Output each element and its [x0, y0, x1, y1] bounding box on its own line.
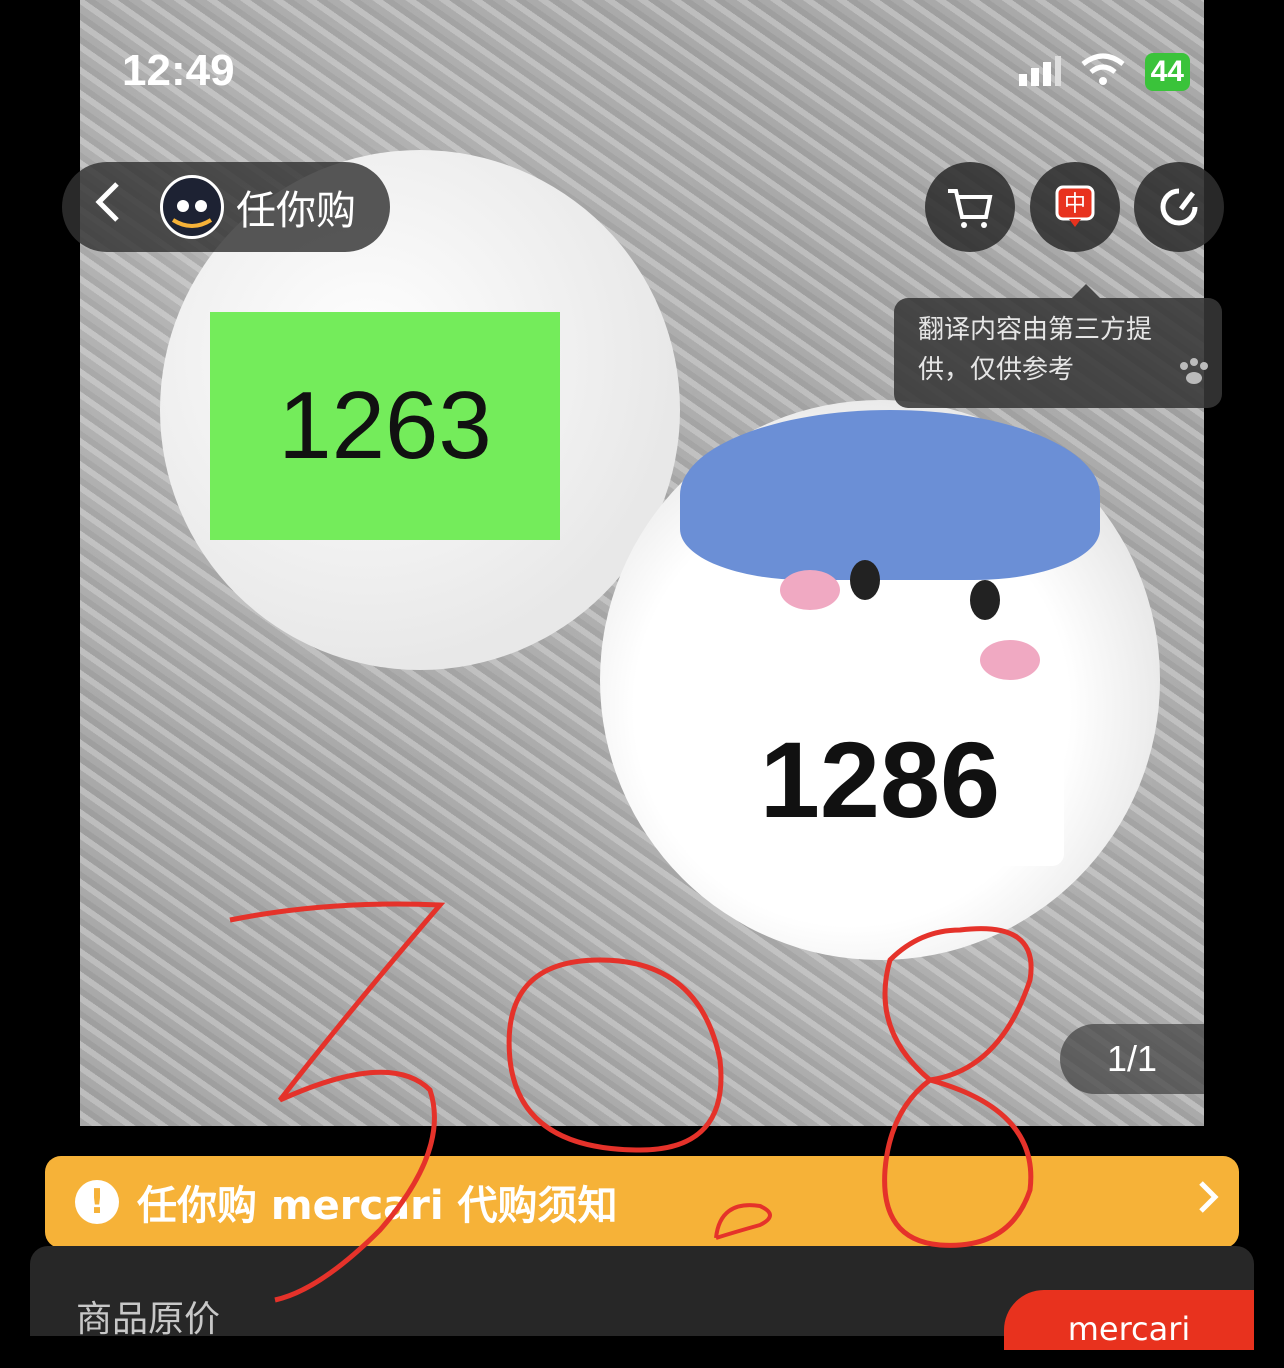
translation-tooltip: 翻译内容由第三方提 供，仅供参考 [894, 284, 1222, 408]
notice-bar[interactable]: ! 任你购 mercari 代购须知 [45, 1156, 1239, 1248]
battery-indicator: 44 [1144, 53, 1190, 91]
share-icon [1160, 188, 1198, 226]
photo-label-1263: 1263 [210, 312, 560, 540]
image-counter: 1/1 [1060, 1024, 1204, 1094]
cart-icon [948, 189, 993, 228]
cart-button[interactable] [925, 162, 1015, 252]
price-panel: 商品原价 mercari [30, 1246, 1254, 1350]
signal-icon [1017, 52, 1061, 92]
paw-icon [1176, 356, 1212, 398]
app-name: 任你购 [236, 188, 356, 234]
original-price-label: 商品原价 [76, 1299, 221, 1340]
status-icons: 44 [1017, 52, 1190, 92]
translate-icon: 中 [1055, 185, 1095, 227]
svg-text:中: 中 [1064, 192, 1086, 217]
mercari-badge[interactable]: mercari [1004, 1290, 1254, 1350]
plush-right-face [770, 560, 1090, 680]
back-button[interactable] [78, 180, 138, 235]
status-time: 12:49 [122, 46, 235, 95]
plush-right-hair [680, 410, 1100, 580]
tooltip-line-1: 翻译内容由第三方提 [918, 315, 1153, 345]
share-button[interactable] [1134, 162, 1224, 252]
photo-label-1286: 1286 [696, 692, 1064, 866]
app-header-pill: 任你购 [62, 162, 390, 252]
notice-text: 任你购 mercari 代购须知 [137, 1183, 618, 1229]
app-logo-icon [160, 175, 224, 239]
chevron-right-icon [1197, 1177, 1221, 1228]
wifi-icon [1079, 52, 1127, 92]
translate-button[interactable]: 中 [1030, 162, 1120, 252]
warning-icon: ! [75, 1180, 119, 1224]
chevron-left-icon [95, 181, 119, 222]
